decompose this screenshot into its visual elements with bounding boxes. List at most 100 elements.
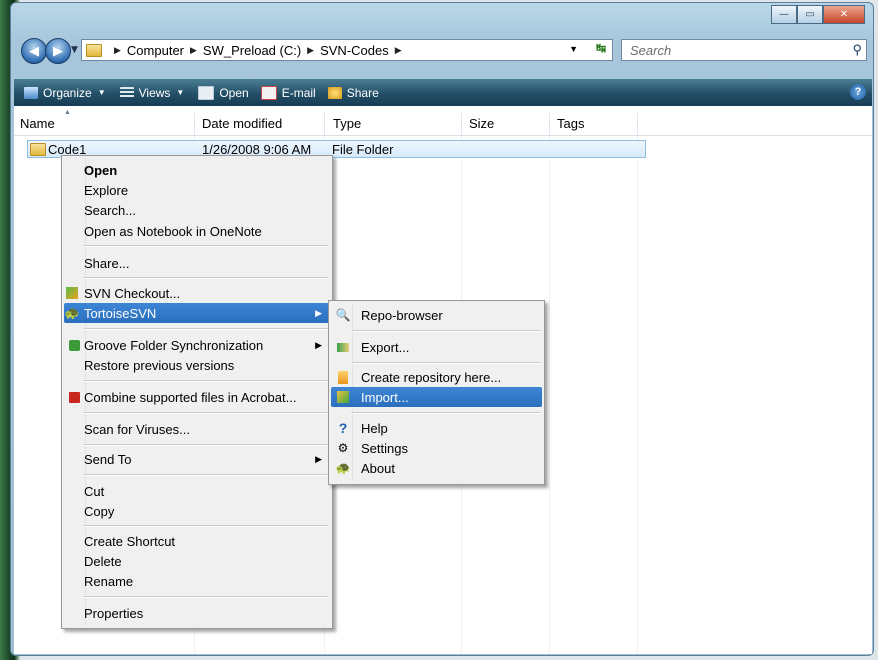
menu-item-about[interactable]: 🐢 About xyxy=(331,458,542,478)
open-button[interactable]: Open xyxy=(198,85,249,100)
column-name[interactable]: Name xyxy=(20,116,55,131)
breadcrumb-computer[interactable]: Computer xyxy=(127,43,184,58)
email-label: E-mail xyxy=(281,85,316,100)
menu-item-open[interactable]: Open xyxy=(64,160,330,180)
breadcrumb: ▶ Computer ▶ SW_Preload (C:) ▶ SVN-Codes… xyxy=(108,43,408,58)
menu-item-cut[interactable]: Cut xyxy=(64,481,330,501)
folder-icon xyxy=(86,43,102,57)
menu-separator xyxy=(84,474,328,476)
menu-separator xyxy=(84,277,328,279)
window-controls: — ▭ ✕ xyxy=(771,5,865,24)
menu-item-import[interactable]: Import... xyxy=(331,387,542,407)
column-gridline xyxy=(549,136,550,654)
groove-icon xyxy=(66,337,82,353)
menu-item-search[interactable]: Search... xyxy=(64,200,330,220)
menu-separator xyxy=(84,596,328,598)
organize-label: Organize xyxy=(43,85,92,100)
menu-separator xyxy=(84,245,328,247)
breadcrumb-arrow-icon[interactable]: ▶ xyxy=(307,45,314,56)
column-date-modified[interactable]: Date modified xyxy=(202,116,282,131)
menu-item-create-shortcut[interactable]: Create Shortcut xyxy=(64,531,330,551)
menu-item-delete[interactable]: Delete xyxy=(64,551,330,571)
minimize-button[interactable]: — xyxy=(771,5,797,24)
menu-separator xyxy=(351,330,540,332)
address-bar[interactable]: ▶ Computer ▶ SW_Preload (C:) ▶ SVN-Codes… xyxy=(81,39,613,61)
menu-item-rename[interactable]: Rename xyxy=(64,571,330,591)
folder-icon xyxy=(30,143,46,156)
menu-item-copy[interactable]: Copy xyxy=(64,501,330,521)
submenu-arrow-icon: ▶ xyxy=(315,453,322,464)
recent-pages-dropdown-icon[interactable]: ▼ xyxy=(71,45,78,55)
tortoisesvn-submenu: 🔍 Repo-browser Export... Create reposito… xyxy=(328,300,545,485)
tortoisesvn-icon: 🐢 xyxy=(64,306,80,320)
file-type: File Folder xyxy=(332,142,394,157)
column-divider[interactable] xyxy=(461,113,462,135)
menu-item-help[interactable]: ? Help xyxy=(331,418,542,438)
menu-separator xyxy=(84,444,328,446)
menu-item-scan[interactable]: Scan for Viruses... xyxy=(64,419,330,439)
maximize-button[interactable]: ▭ xyxy=(797,5,823,24)
column-divider[interactable] xyxy=(637,113,638,135)
open-icon xyxy=(198,85,215,100)
menu-item-create-repository[interactable]: Create repository here... xyxy=(331,367,542,387)
back-button[interactable]: ◀ xyxy=(21,38,47,64)
address-dropdown-icon[interactable]: ▼ xyxy=(569,44,578,54)
menu-item-svn-checkout[interactable]: SVN Checkout... xyxy=(64,283,330,303)
menu-separator xyxy=(84,328,328,330)
command-toolbar: Organize ▼ Views ▼ Open E-mail Share ? xyxy=(14,79,872,106)
menu-item-export[interactable]: Export... xyxy=(331,337,542,357)
menu-separator xyxy=(351,362,540,364)
menu-item-restore[interactable]: Restore previous versions xyxy=(64,355,330,375)
column-type[interactable]: Type xyxy=(333,116,361,131)
organize-button[interactable]: Organize ▼ xyxy=(24,86,106,100)
email-icon xyxy=(260,85,277,100)
menu-separator xyxy=(84,412,328,414)
menu-item-groove[interactable]: Groove Folder Synchronization ▶ xyxy=(64,335,330,355)
breadcrumb-arrow-icon[interactable]: ▶ xyxy=(395,45,402,56)
column-divider[interactable] xyxy=(324,113,325,135)
export-icon xyxy=(335,339,351,355)
forward-button[interactable]: ▶ xyxy=(45,38,71,64)
submenu-arrow-icon: ▶ xyxy=(315,339,322,350)
column-headers: ▲ Name Date modified Type Size Tags xyxy=(14,109,872,136)
create-repository-icon xyxy=(335,369,351,385)
about-icon: 🐢 xyxy=(335,461,351,475)
column-divider[interactable] xyxy=(194,113,195,135)
settings-icon: ⚙ xyxy=(337,441,349,455)
chevron-down-icon: ▼ xyxy=(176,88,185,97)
help-icon[interactable]: ? xyxy=(850,84,866,100)
menu-item-share[interactable]: Share... xyxy=(64,253,330,273)
email-button[interactable]: E-mail xyxy=(260,85,316,100)
sort-arrow-icon: ▲ xyxy=(64,109,71,116)
menu-item-tortoisesvn[interactable]: 🐢 TortoiseSVN ▶ xyxy=(64,303,330,323)
organize-icon xyxy=(24,86,38,99)
menu-separator xyxy=(351,412,540,414)
search-icon[interactable]: ⚲ xyxy=(852,42,862,58)
column-tags[interactable]: Tags xyxy=(557,116,584,131)
open-label: Open xyxy=(219,85,249,100)
column-gridline xyxy=(637,136,638,654)
submenu-arrow-icon: ▶ xyxy=(315,307,322,318)
menu-item-settings[interactable]: ⚙ Settings xyxy=(331,438,542,458)
views-button[interactable]: Views ▼ xyxy=(119,86,185,100)
menu-item-acrobat[interactable]: Combine supported files in Acrobat... xyxy=(64,387,330,407)
menu-item-send-to[interactable]: Send To ▶ xyxy=(64,449,330,469)
column-divider[interactable] xyxy=(549,113,550,135)
menu-item-explore[interactable]: Explore xyxy=(64,180,330,200)
svn-checkout-icon xyxy=(64,285,80,301)
search-input[interactable]: Search ⚲ xyxy=(621,39,867,61)
search-placeholder: Search xyxy=(630,43,672,58)
breadcrumb-drive[interactable]: SW_Preload (C:) xyxy=(203,43,301,58)
import-icon xyxy=(335,389,351,405)
close-button[interactable]: ✕ xyxy=(823,5,865,24)
refresh-icon[interactable]: ↹ xyxy=(596,41,606,55)
share-button[interactable]: Share xyxy=(327,86,379,100)
breadcrumb-arrow-icon[interactable]: ▶ xyxy=(190,45,197,56)
breadcrumb-svn-codes[interactable]: SVN-Codes xyxy=(320,43,389,58)
menu-item-properties[interactable]: Properties xyxy=(64,603,330,623)
menu-item-onenote[interactable]: Open as Notebook in OneNote xyxy=(64,221,330,241)
menu-item-repo-browser[interactable]: 🔍 Repo-browser xyxy=(331,305,542,325)
help-icon: ? xyxy=(338,420,348,436)
column-size[interactable]: Size xyxy=(469,116,494,131)
share-icon xyxy=(327,86,342,99)
